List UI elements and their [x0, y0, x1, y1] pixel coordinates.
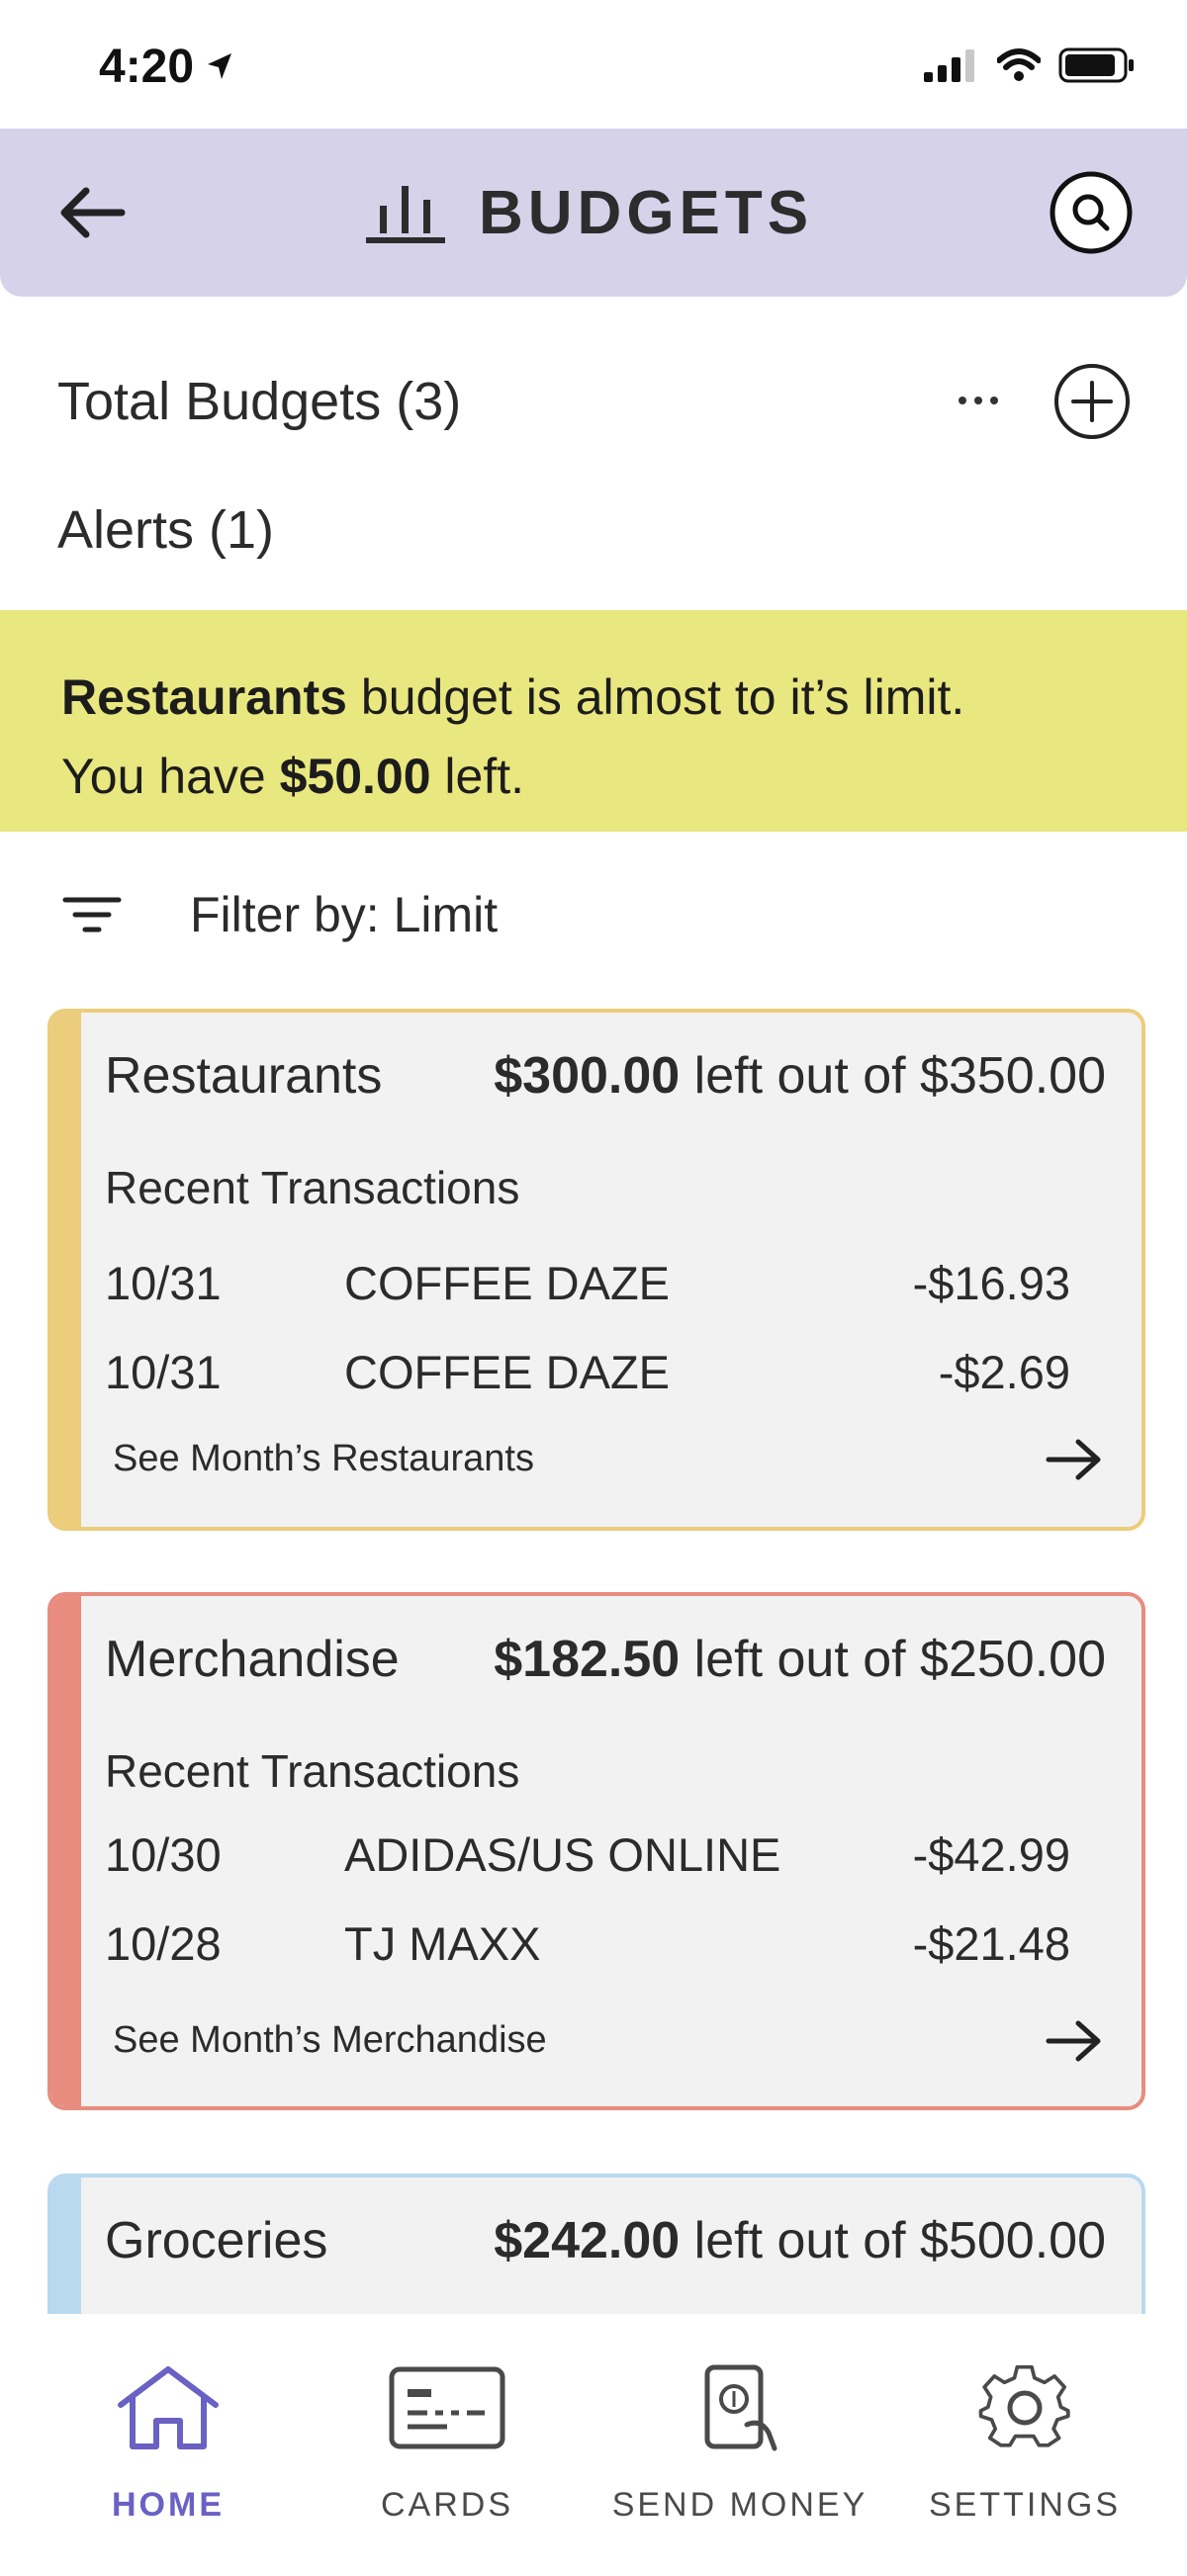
budget-card-restaurants[interactable]: Restaurants $300.00 left out of $350.00 …	[47, 1009, 1145, 1531]
nav-cards-label: CARDS	[380, 2486, 514, 2524]
bar-chart-icon	[366, 186, 445, 243]
transaction-date: 10/31	[105, 1257, 222, 1309]
budget-remaining: $300.00 left out of $350.00	[494, 1046, 1106, 1106]
transaction-row[interactable]: 10/31 COFFEE DAZE -$2.69	[105, 1345, 1106, 1404]
home-icon	[118, 2366, 219, 2449]
totals-row: Total Budgets (3)	[57, 361, 1136, 440]
budget-header: Restaurants $300.00 left out of $350.00	[105, 1046, 1106, 1106]
back-arrow-icon	[60, 187, 126, 238]
budget-header: Merchandise $182.50 left out of $250.00	[105, 1630, 1106, 1689]
nav-cards[interactable]: CARDS	[319, 2363, 576, 2571]
alerts-label[interactable]: Alerts (1)	[57, 499, 274, 561]
card-accent	[51, 1596, 81, 2106]
transaction-merchant: ADIDAS/US ONLINE	[344, 1828, 781, 1881]
nav-send-money-label: SEND MONEY	[611, 2486, 868, 2524]
transaction-merchant: COFFEE DAZE	[344, 1257, 671, 1309]
nav-home[interactable]: HOME	[40, 2363, 297, 2571]
budget-card-merchandise[interactable]: Merchandise $182.50 left out of $250.00 …	[47, 1592, 1145, 2110]
header-title-group: BUDGETS	[366, 178, 813, 247]
transaction-row[interactable]: 10/30 ADIDAS/US ONLINE -$42.99	[105, 1827, 1106, 1887]
more-options-button[interactable]	[944, 371, 1013, 430]
status-icons	[924, 47, 1136, 83]
transaction-merchant: COFFEE DAZE	[344, 1346, 671, 1398]
settings-gear-icon	[978, 2364, 1070, 2447]
arrow-right-icon[interactable]	[1043, 2011, 1106, 2071]
total-budgets-label: Total Budgets (3)	[57, 372, 462, 431]
see-month-link[interactable]: See Month’s Restaurants	[113, 1438, 534, 1480]
transaction-amount: -$21.48	[912, 1917, 1070, 1970]
alert-banner: Restaurants budget is almost to it’s lim…	[0, 610, 1187, 832]
battery-icon	[1058, 47, 1134, 83]
arrow-right-icon[interactable]	[1043, 1430, 1106, 1489]
more-dot-icon	[974, 397, 982, 404]
transaction-row[interactable]: 10/31 COFFEE DAZE -$16.93	[105, 1256, 1106, 1315]
nav-send-money[interactable]: SEND MONEY	[611, 2363, 868, 2571]
nav-settings-label: SETTINGS	[928, 2486, 1122, 2524]
more-dot-icon	[990, 397, 998, 404]
location-arrow-icon	[208, 53, 231, 79]
budget-header: Groceries $242.00 left out of $500.00	[105, 2211, 1106, 2270]
credit-card-icon	[389, 2366, 505, 2449]
page-title: BUDGETS	[479, 178, 814, 247]
status-bar: 4:20	[0, 0, 1187, 129]
alert-text: left.	[430, 749, 525, 804]
transaction-date: 10/28	[105, 1917, 222, 1970]
back-button[interactable]	[51, 178, 131, 247]
budget-limit-text: left out of $350.00	[680, 1047, 1106, 1105]
alert-amount: $50.00	[279, 749, 431, 804]
transaction-row[interactable]: 10/28 TJ MAXX -$21.48	[105, 1916, 1106, 1976]
budget-limit-text: left out of $250.00	[680, 1631, 1106, 1688]
alert-text: budget is almost to it’s limit.	[347, 669, 965, 725]
search-button[interactable]	[1049, 170, 1134, 255]
budget-remaining: $182.50 left out of $250.00	[494, 1630, 1106, 1689]
transaction-merchant: TJ MAXX	[344, 1917, 541, 1970]
transaction-amount: -$42.99	[912, 1828, 1070, 1881]
status-time: 4:20	[99, 41, 195, 93]
budget-name: Restaurants	[105, 1047, 383, 1105]
alert-line-2: You have $50.00 left.	[61, 737, 1187, 816]
budget-name: Groceries	[105, 2212, 328, 2269]
alert-line-1: Restaurants budget is almost to it’s lim…	[61, 658, 1187, 737]
budget-left-amount: $242.00	[494, 2212, 681, 2269]
nav-settings[interactable]: SETTINGS	[896, 2363, 1153, 2571]
budget-left-amount: $182.50	[494, 1631, 681, 1688]
alert-text: You have	[61, 749, 280, 804]
card-accent	[51, 1013, 81, 1527]
budget-limit-text: left out of $500.00	[680, 2212, 1106, 2269]
nav-home-label: HOME	[112, 2486, 225, 2524]
send-money-icon	[704, 2364, 777, 2451]
transaction-date: 10/30	[105, 1828, 222, 1881]
filter-label: Filter by: Limit	[190, 887, 499, 942]
recent-transactions-label: Recent Transactions	[105, 1745, 520, 1797]
transaction-date: 10/31	[105, 1346, 222, 1398]
wifi-icon	[997, 48, 1041, 81]
filter-icon	[62, 897, 122, 933]
more-dot-icon	[959, 397, 966, 404]
bottom-nav: HOME CARDS SEND MONEY SETTINGS	[0, 2314, 1187, 2576]
see-month-link[interactable]: See Month’s Merchandise	[113, 2019, 547, 2062]
budget-remaining: $242.00 left out of $500.00	[494, 2211, 1106, 2270]
transaction-amount: -$16.93	[912, 1257, 1070, 1309]
app-header: BUDGETS	[0, 129, 1187, 297]
budget-name: Merchandise	[105, 1631, 400, 1688]
cellular-signal-icon	[924, 49, 974, 82]
add-budget-button[interactable]	[1051, 361, 1133, 442]
recent-transactions-label: Recent Transactions	[105, 1162, 520, 1213]
alert-category: Restaurants	[61, 669, 347, 725]
transaction-amount: -$2.69	[938, 1346, 1070, 1398]
filter-control[interactable]: Filter by: Limit	[59, 875, 498, 954]
budget-left-amount: $300.00	[494, 1047, 681, 1105]
